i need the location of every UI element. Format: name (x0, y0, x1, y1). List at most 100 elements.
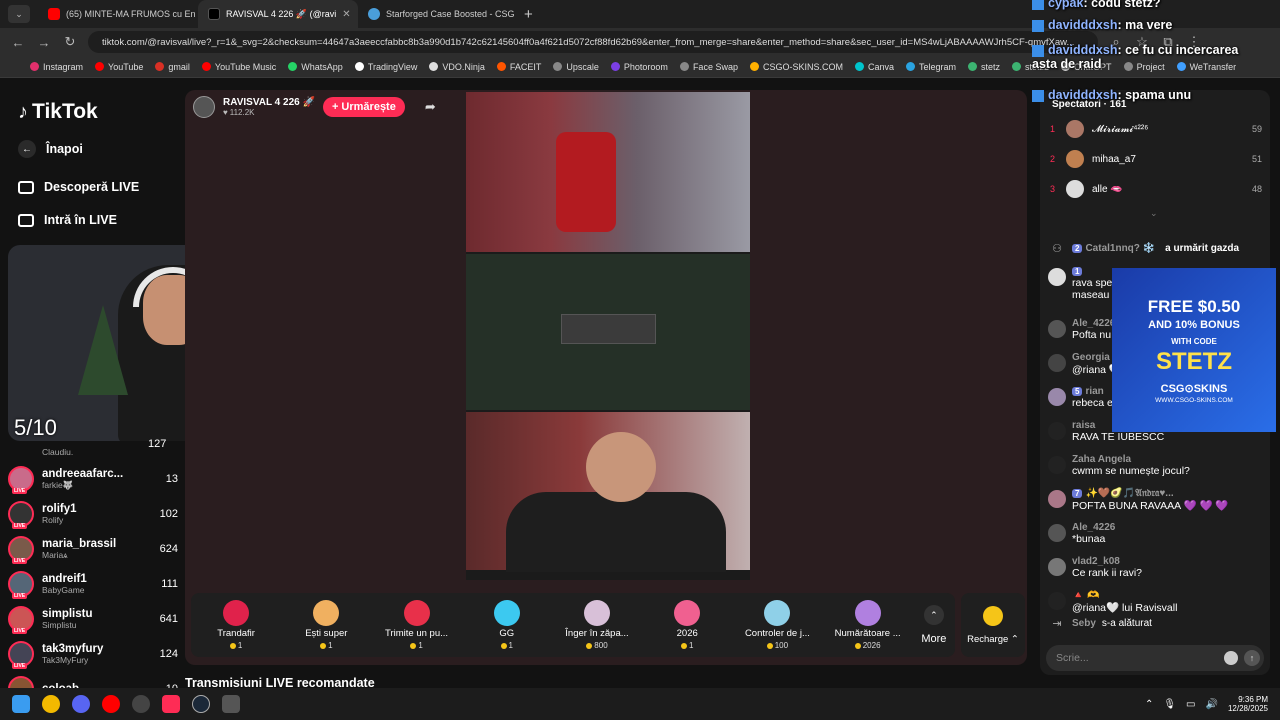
avatar[interactable] (1048, 456, 1066, 474)
followed-live-item[interactable]: LIVE tak3myfury Tak3MyFury 124 (8, 637, 178, 671)
new-tab-button[interactable]: + (524, 6, 533, 23)
send-icon[interactable]: ↑ (1244, 650, 1260, 666)
chat-username[interactable]: Zaha Angela (1072, 454, 1190, 465)
viewer-count: 111 (161, 578, 178, 590)
bookmark-item[interactable]: YouTube (95, 62, 143, 72)
chat-username[interactable]: 🔺 🫶 (1072, 590, 1177, 601)
chat-text-line2: maseau (1072, 289, 1110, 301)
gift-item[interactable]: GG 1 (463, 600, 551, 650)
bookmark-item[interactable]: Instagram (30, 62, 83, 72)
bookmark-item[interactable]: Upscale (553, 62, 599, 72)
volume-icon[interactable]: 🔊 (1206, 699, 1218, 710)
bookmark-item[interactable]: TradingView (354, 62, 417, 72)
gift-item[interactable]: Înger în zăpa... 800 (553, 600, 641, 650)
host-avatar[interactable] (193, 96, 215, 118)
host-name[interactable]: RAVISVAL 4 226 🚀 (223, 97, 315, 108)
bookmark-item[interactable]: FACEIT (496, 62, 541, 72)
share-icon[interactable]: ➦ (425, 99, 436, 115)
avatar[interactable] (1048, 268, 1066, 286)
emoji-icon[interactable] (1224, 651, 1238, 665)
top-viewer-row[interactable]: 2 mihaa_a7 51 (1050, 148, 1262, 170)
bookmark-item[interactable]: VDO.Ninja (429, 62, 485, 72)
gift-icon (403, 600, 430, 626)
followed-live-item[interactable]: LIVE andreeaafarc... farkie🐺 13 (8, 462, 178, 496)
url-field[interactable]: tiktok.com/@ravisval/live?_r=1&_svg=2&ch… (88, 31, 1098, 53)
gift-item[interactable]: 2026 1 (643, 600, 731, 650)
avatar[interactable] (1048, 490, 1066, 508)
discord-icon[interactable] (72, 695, 90, 713)
bookmark-item[interactable]: Telegram (906, 62, 956, 72)
app-icon[interactable] (222, 695, 240, 713)
chat-username[interactable]: 1 (1072, 266, 1112, 277)
followed-live-item[interactable]: LIVE andreif1 BabyGame 111 (8, 567, 178, 601)
chat-username[interactable]: Ale_4226 (1072, 522, 1115, 533)
microphone-icon[interactable]: 🎙 (1163, 699, 1176, 710)
windows-start-icon[interactable] (12, 695, 30, 713)
back-arrow-icon[interactable]: ← (10, 35, 26, 50)
ad-line2: AND 10% BONUS (1148, 318, 1240, 331)
chat-username[interactable]: Ale_4226 (1072, 318, 1115, 329)
bookmark-icon (906, 62, 915, 71)
bookmark-item[interactable]: stetz (968, 62, 1000, 72)
gift-item[interactable]: Numărătoare ... 2026 (824, 600, 912, 650)
bookmark-item[interactable]: YouTube Music (201, 62, 276, 72)
avatar[interactable] (1048, 592, 1066, 610)
chat-text: *bunaa (1072, 533, 1106, 545)
chevron-down-icon[interactable]: ⌄ (1150, 208, 1158, 219)
browser-tab-tiktok[interactable]: RAVISVAL 4 226 🚀 (@ravi ✕ (198, 0, 358, 28)
bookmark-item[interactable]: WhatsApp (288, 62, 343, 72)
steam-icon[interactable] (192, 695, 210, 713)
avatar[interactable] (1048, 524, 1066, 542)
avatar[interactable] (1048, 558, 1066, 576)
gift-price: 1 (680, 641, 693, 650)
recharge-button[interactable]: Recharge ⌃ (961, 593, 1025, 657)
bookmark-item[interactable]: CSGO-SKINS.COM (749, 62, 843, 72)
followed-subtitle: Tak3MyFury (42, 655, 89, 665)
more-gifts-button[interactable]: ⌃ More (914, 605, 954, 645)
follow-button[interactable]: + Urmărește (322, 97, 405, 117)
host-bar: RAVISVAL 4 226 🚀 ♥ 112.2K + Urmărește ➦ (193, 96, 436, 118)
clock-date[interactable]: 12/28/2025 (1228, 704, 1268, 713)
video-player[interactable] (466, 92, 750, 580)
tab-list-icon[interactable]: ⌄ (8, 5, 30, 23)
gift-item[interactable]: Ești super 1 (282, 600, 370, 650)
tiktok-logo[interactable]: ♪ TikTok (18, 100, 98, 124)
top-viewer-row[interactable]: 1 𝓜𝓲𝓻𝓲𝓪𝓶𝓲⁴²²⁶ 59 (1050, 118, 1262, 140)
reload-icon[interactable]: ↻ (62, 34, 78, 50)
followed-live-item[interactable]: LIVE simplistu Simplistu 641 (8, 602, 178, 636)
discover-live-link[interactable]: Descoperă LIVE (18, 180, 139, 194)
browser-tab-youtube[interactable]: (65) MINTE-MA FRUMOS cu En ✕ (38, 0, 198, 28)
avatar[interactable] (1048, 388, 1066, 406)
bookmark-item[interactable]: Photoroom (610, 62, 668, 72)
enter-live-link[interactable]: Intră în LIVE (18, 213, 117, 227)
followed-live-item[interactable]: LIVE maria_brassil Mariaѧ 624 (8, 532, 178, 566)
chat-username[interactable]: vlad2_k08 (1072, 556, 1142, 567)
avatar[interactable] (1048, 320, 1066, 338)
browser-tab-csgo[interactable]: Starforged Case Boosted - CSG ✕ (358, 0, 518, 28)
gift-item[interactable]: Trandafir 1 (192, 600, 280, 650)
network-icon[interactable]: ▭ (1186, 699, 1195, 710)
chevron-up-icon[interactable]: ⌃ (1145, 699, 1153, 710)
chat-input-box[interactable]: Scrie... ↑ (1046, 645, 1264, 671)
forward-arrow-icon[interactable]: → (36, 35, 52, 50)
avatar[interactable] (1048, 354, 1066, 372)
followed-live-item[interactable]: LIVE rolify1 Rolify 102 (8, 497, 178, 531)
back-link[interactable]: ← Înapoi (18, 140, 83, 158)
close-icon[interactable]: ✕ (342, 9, 350, 20)
tiktok-icon[interactable] (162, 695, 180, 713)
chrome-icon[interactable] (42, 695, 60, 713)
bookmark-item[interactable]: gmail (155, 62, 190, 72)
bookmark-item[interactable]: Face Swap (679, 62, 738, 72)
chat-username[interactable]: 5 rian (1072, 386, 1113, 397)
youtube-icon[interactable] (102, 695, 120, 713)
obs-icon[interactable] (132, 695, 150, 713)
top-viewer-row[interactable]: 3 alle 🫦 48 (1050, 178, 1262, 200)
avatar[interactable] (1048, 422, 1066, 440)
bookmark-item[interactable]: Canva (854, 62, 894, 72)
clock-time[interactable]: 9:36 PM (1238, 695, 1268, 704)
viewer-count: 124 (159, 648, 178, 660)
chat-username[interactable]: 7 ✨🤎🥑🎵𝔄𝔫𝔡𝔯𝔞♥... (1072, 488, 1229, 499)
avatar (1066, 150, 1084, 168)
gift-item[interactable]: Trimite un pu... 1 (373, 600, 461, 650)
gift-item[interactable]: Controler de j... 100 (733, 600, 821, 650)
